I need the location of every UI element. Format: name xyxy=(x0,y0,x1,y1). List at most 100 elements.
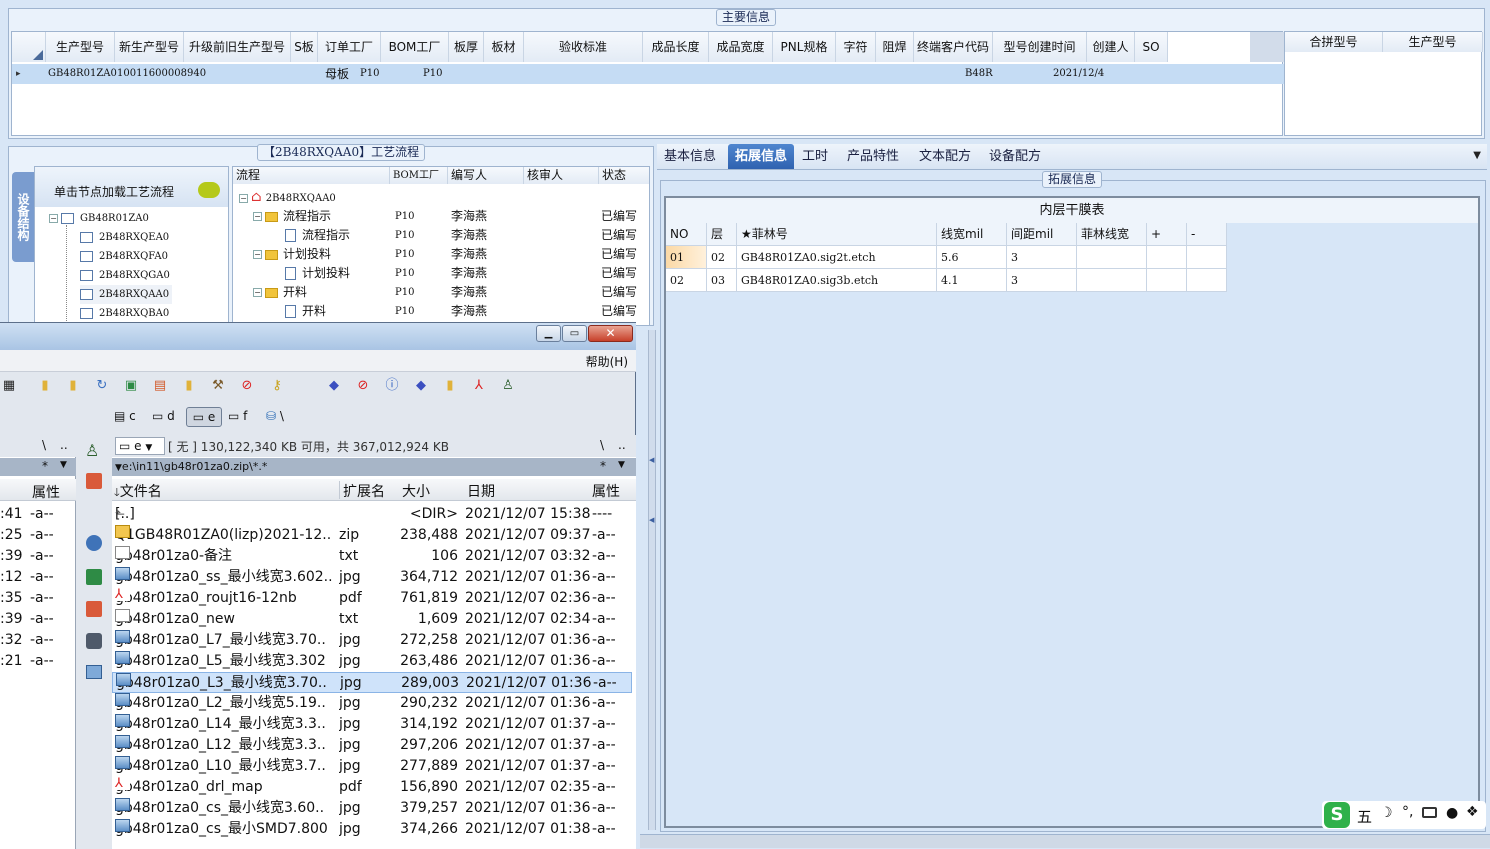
close-button[interactable]: ✕ xyxy=(588,325,633,342)
tree-node[interactable]: 2B48RXQEA0 xyxy=(80,228,169,247)
column-header[interactable]: 订单工厂 xyxy=(318,32,381,62)
list-item[interactable]: gb48r01za0-备注 txt 106 2021/12/07 03:32 -a-- xyxy=(112,546,632,567)
list-item[interactable]: gb48r01za0_L5_最小线宽3.302 jpg 263,486 2021/12… xyxy=(112,651,632,672)
list-item[interactable]: gb48r01za0_L14_最小线宽3.3.. jpg 314,192 2021/1… xyxy=(112,714,632,735)
film-cell-action[interactable] xyxy=(1187,246,1227,269)
list-item[interactable]: :25 -a-- xyxy=(0,525,76,546)
tab-5[interactable]: 设备配方 xyxy=(982,144,1048,169)
nav-up[interactable]: .. xyxy=(618,438,626,452)
column-header[interactable]: 阻焊 xyxy=(876,32,914,62)
column-header[interactable]: 生产型号 xyxy=(46,32,115,62)
col-size[interactable]: 大小 xyxy=(402,481,430,501)
table-row[interactable]: 开料 P10 李海燕 已编写 xyxy=(233,302,649,321)
film-column-header[interactable]: NO xyxy=(666,223,707,246)
list-item[interactable]: :39 -a-- xyxy=(0,609,76,630)
ppt-icon[interactable] xyxy=(86,601,102,617)
list-item[interactable]: gb48r01za0_L3_最小线宽3.70.. jpg 289,003 2021/1… xyxy=(112,672,632,693)
column-header[interactable]: 成品宽度 xyxy=(709,32,773,62)
flow-column-header[interactable]: BOM工厂 xyxy=(390,167,448,184)
column-header[interactable]: 终端客户代码 xyxy=(914,32,993,62)
table-row[interactable]: − ⌂ 2B48RXQAA0 xyxy=(233,188,649,207)
film-cell-action[interactable] xyxy=(1187,269,1227,292)
refresh-icon[interactable]: ↻ xyxy=(93,377,111,395)
excel-icon[interactable]: ▣ xyxy=(122,377,140,395)
excel-icon[interactable] xyxy=(86,569,102,585)
film-column-header[interactable]: - xyxy=(1187,223,1227,246)
table-row[interactable]: ▸ GB48R01ZA0 10011600008940 母板 P10 P10 B… xyxy=(12,64,1284,84)
ime-toolbar[interactable]: S 五 ☽ °, ● ❖ xyxy=(1322,801,1486,829)
col-ext[interactable]: 扩展名 xyxy=(343,481,385,501)
tab-2[interactable]: 工时 xyxy=(795,144,835,169)
column-header[interactable]: BOM工厂 xyxy=(381,32,449,62)
pack-icon[interactable] xyxy=(86,473,102,489)
key-icon[interactable]: ⚷ xyxy=(268,377,286,395)
palette2-icon[interactable]: ◆ xyxy=(412,377,430,395)
column-header[interactable]: 升级前旧生产型号 xyxy=(184,32,291,62)
list-item[interactable]: :32 -a-- xyxy=(0,630,76,651)
left-nav-up[interactable]: .. xyxy=(60,438,68,452)
list-item[interactable]: gb48r01za0_L2_最小线宽5.19.. jpg 290,232 2021/1… xyxy=(112,693,632,714)
column-header[interactable]: 创建人 xyxy=(1087,32,1135,62)
flow-column-header[interactable]: 流程 xyxy=(233,167,390,184)
column-header[interactable]: 成品长度 xyxy=(643,32,709,62)
drive-e-icon[interactable]: ▭ e xyxy=(186,407,222,427)
network-drive-icon[interactable]: ⛁ \ xyxy=(266,409,284,423)
list-item[interactable]: :21 -a-- xyxy=(0,651,76,672)
vertical-splitter[interactable]: ◀ ◀ xyxy=(648,330,656,830)
table-row[interactable]: − 开料 P10 李海燕 已编写 xyxy=(233,283,649,302)
drive-select[interactable]: ▭ e ▼ xyxy=(115,437,165,455)
minimize-button[interactable]: ▁ xyxy=(536,325,561,342)
list-item[interactable]: :41 -a-- xyxy=(0,504,76,525)
left-nav-root[interactable]: \ xyxy=(42,438,46,452)
folder2-icon[interactable]: ▮ xyxy=(64,377,82,395)
left-filter-arrow-icon[interactable]: ▼ xyxy=(60,460,67,470)
list-item[interactable]: gb48r01za0_L12_最小线宽3.3.. jpg 297,206 2021/1… xyxy=(112,735,632,756)
collapse-icon[interactable]: − xyxy=(239,194,248,203)
film-column-header[interactable]: 线宽mil xyxy=(937,223,1007,246)
film-column-header[interactable]: 层 xyxy=(707,223,737,246)
list-item[interactable]: Q1GB48R01ZA0(lizp)2021-12.. zip 238,488 202… xyxy=(112,525,632,546)
list-item[interactable]: gb48r01za0_ss_最小线宽3.602.. jpg 364,712 2021/… xyxy=(112,567,632,588)
image-view-icon[interactable] xyxy=(86,665,102,679)
drive-d-icon[interactable]: ▭ d xyxy=(152,409,175,423)
table-row[interactable]: 01 02 GB48R01ZA0.sig2t.etch 5.6 3 xyxy=(666,246,1227,269)
folder-icon[interactable]: ▮ xyxy=(36,377,54,395)
equipment-structure-vtab[interactable]: 设备结构 xyxy=(12,172,34,262)
tree-node[interactable]: 2B48RXQBA0 xyxy=(80,304,169,323)
history-icon[interactable] xyxy=(86,535,102,551)
collapse-icon[interactable]: − xyxy=(253,250,262,259)
tab-4[interactable]: 文本配方 xyxy=(912,144,978,169)
film-cell-action[interactable] xyxy=(1147,269,1187,292)
film-column-header[interactable]: + xyxy=(1147,223,1187,246)
list-item[interactable]: ⬑ [..] <DIR> 2021/12/07 15:38 ---- xyxy=(112,504,632,525)
tab-0[interactable]: 基本信息 xyxy=(657,144,723,169)
column-header[interactable]: S板 xyxy=(291,32,318,62)
list-item[interactable]: gb48r01za0_L7_最小线宽3.70.. jpg 272,258 2021/1… xyxy=(112,630,632,651)
col-attr[interactable]: 属性 xyxy=(592,481,620,501)
flow-column-header[interactable]: 状态 xyxy=(599,167,649,184)
tree-node[interactable]: 2B48RXQFA0 xyxy=(80,247,168,266)
left-filter[interactable]: * xyxy=(42,459,48,473)
list-item[interactable]: gb48r01za0_L10_最小线宽3.7.. jpg 277,889 2021/1… xyxy=(112,756,632,777)
bookmark-icon[interactable]: ▮ xyxy=(180,377,198,395)
nav-root[interactable]: \ xyxy=(600,438,604,452)
stop-icon[interactable]: ⊘ xyxy=(238,377,256,395)
table-row[interactable]: − 流程指示 P10 李海燕 已编写 xyxy=(233,207,649,226)
table-row[interactable]: 计划投料 P10 李海燕 已编写 xyxy=(233,264,649,283)
column-header[interactable]: 板材 xyxy=(484,32,524,62)
list-item[interactable]: :39 -a-- xyxy=(0,546,76,567)
filter-text[interactable]: * xyxy=(600,459,606,473)
filter-arrow-icon[interactable]: ▼ xyxy=(618,460,625,470)
tree-node[interactable]: 2B48RXQAA0 xyxy=(80,285,173,304)
film-column-header[interactable]: 菲林线宽 xyxy=(1077,223,1147,246)
pdf-icon[interactable]: ⅄ xyxy=(470,377,488,395)
tree-node[interactable]: − GB48R01ZA0 xyxy=(49,209,149,228)
list-item[interactable]: gb48r01za0_new txt 1,609 2021/12/07 02:34 -a… xyxy=(112,609,632,630)
tab-1[interactable]: 拓展信息 xyxy=(728,144,795,169)
info-icon[interactable]: ⓘ xyxy=(383,377,401,395)
tab-dropdown-icon[interactable]: ▼ xyxy=(1473,150,1481,161)
table-row[interactable]: 流程指示 P10 李海燕 已编写 xyxy=(233,226,649,245)
collapse-icon[interactable]: − xyxy=(253,212,262,221)
binoculars-icon[interactable]: ▦ xyxy=(0,377,18,395)
flow-column-header[interactable]: 编写人 xyxy=(448,167,524,184)
